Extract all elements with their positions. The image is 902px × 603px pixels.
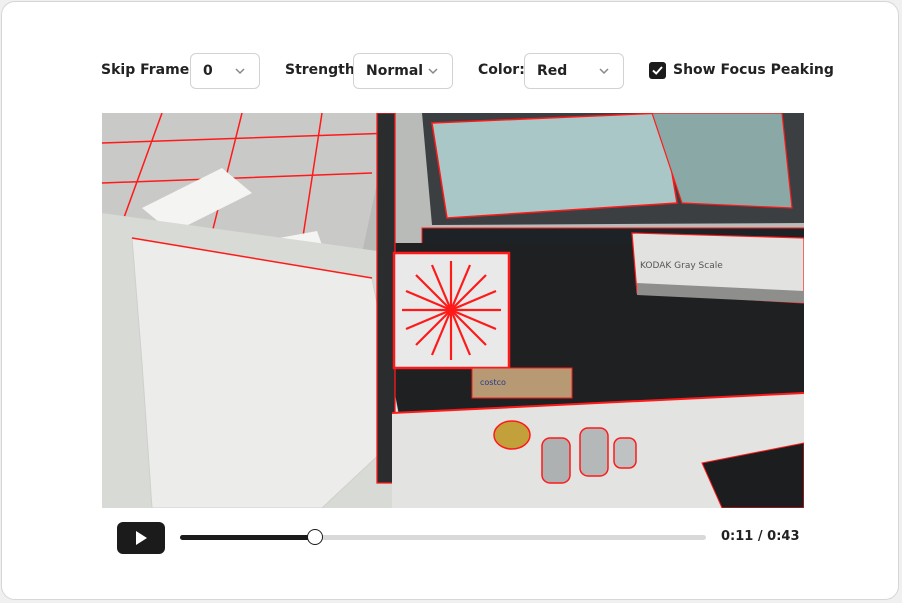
duration: 0:43 <box>767 529 800 544</box>
chevron-down-icon <box>599 68 609 75</box>
video-scene: KODAK Gray Scale costco <box>102 113 804 508</box>
color-label: Color: <box>478 62 525 78</box>
strength-select[interactable]: Normal <box>353 53 453 89</box>
time-display: 0:11 / 0:43 <box>721 529 800 544</box>
skip-frames-label: Skip Frames: <box>101 62 204 78</box>
strength-label: Strength: <box>285 62 361 78</box>
time-separator: / <box>757 529 763 544</box>
current-time: 0:11 <box>721 529 754 544</box>
seek-bar-progress <box>180 535 315 540</box>
show-focus-peaking-checkbox[interactable] <box>649 62 666 79</box>
checkmark-icon <box>652 66 663 75</box>
video-frame[interactable]: KODAK Gray Scale costco <box>102 113 804 508</box>
play-button[interactable] <box>117 522 165 554</box>
box-label-text: costco <box>480 378 506 387</box>
seek-bar[interactable] <box>180 529 706 545</box>
play-icon <box>136 531 147 545</box>
skip-frames-value: 0 <box>203 63 213 79</box>
skip-frames-select[interactable]: 0 <box>190 53 260 89</box>
chevron-down-icon <box>428 68 438 75</box>
color-value: Red <box>537 63 568 79</box>
color-select[interactable]: Red <box>524 53 624 89</box>
app-card: Skip Frames: 0 Strength: Normal Color: R… <box>1 1 899 600</box>
kodak-card-text: KODAK Gray Scale <box>640 261 723 271</box>
seek-bar-thumb[interactable] <box>306 529 323 545</box>
strength-value: Normal <box>366 63 424 79</box>
show-focus-peaking-label: Show Focus Peaking <box>673 62 834 78</box>
chevron-down-icon <box>235 68 245 75</box>
